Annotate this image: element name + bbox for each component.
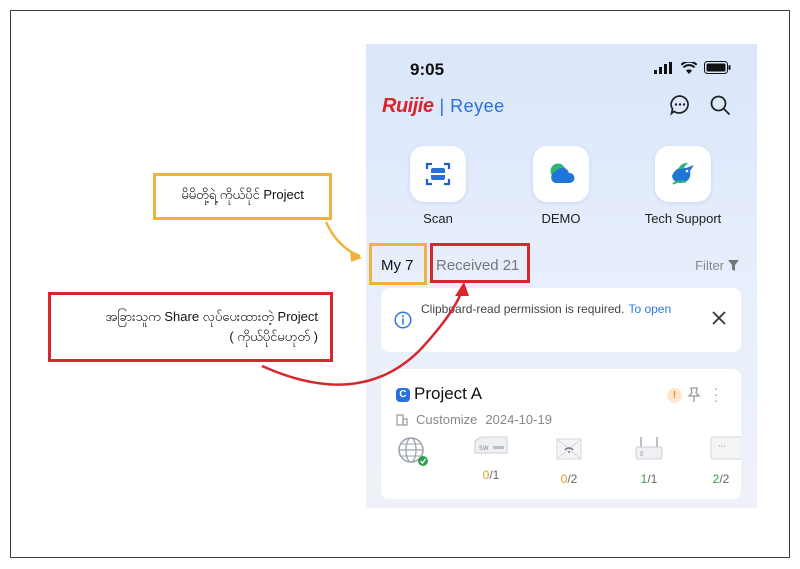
chat-icon [670,95,689,116]
project-date: 2024-10-19 [485,412,552,427]
scan-label: Scan [423,211,453,226]
device-router[interactable]: 0/2 [544,435,594,486]
brand-reyee: Reyee [450,95,505,116]
brand-ruijie: Ruijie [382,94,434,117]
switch-icon: SW [474,436,508,454]
switch-total: /1 [489,468,500,482]
demo-label: DEMO [541,211,581,226]
info-icon [394,311,412,329]
notice-text-row: Clipboard-read permission is required. To… [421,302,671,316]
received-tab-highlight [430,243,530,283]
brand-separator: | [439,95,445,116]
brand-logo: Ruijie | Reyee [382,95,505,117]
svg-text:SW: SW [479,445,489,452]
pin-icon[interactable] [687,387,701,403]
tech-support-label: Tech Support [644,211,722,226]
router-total: /2 [567,472,578,486]
project-card[interactable]: C Project A ! ··· Customize 2024-10-19 [381,369,741,499]
device-gateway[interactable]: ··· 2/2 [701,435,741,486]
filter-button[interactable]: Filter [695,258,739,273]
project-type: Customize [416,412,478,427]
ap-count: 1/1 [624,472,674,486]
shared-callout-line2: ( ကိုယ်ပိုင်မဟုတ် ) [229,329,318,344]
notice-message: Clipboard-read permission is required. [421,302,625,316]
project-meta: Customize 2024-10-19 [396,412,552,427]
warning-icon[interactable]: ! [667,388,682,403]
gateway-icon: ··· [710,436,741,460]
internet-status [391,435,435,474]
scan-tile[interactable]: Scan [378,146,498,226]
search-button[interactable] [708,93,732,117]
more-icon[interactable]: · · · [711,381,721,407]
shared-callout-line1: အခြားသူက Share လုပ်ပေးထားတဲ့ Project [105,309,318,324]
clipboard-notice: Clipboard-read permission is required. To… [381,288,741,352]
device-ap[interactable]: E 1/1 [624,435,674,486]
globe-icon [398,437,428,466]
status-time: 9:05 [410,60,445,79]
message-button[interactable] [668,93,692,117]
filter-label: Filter [695,258,724,273]
router-icon [556,438,582,460]
device-switch[interactable]: SW 0/1 [466,435,516,482]
shared-callout-body: အခြားသူက Share လုပ်ပေးထားတဲ့ Project ( က… [105,307,318,347]
my-projects-callout-text: မိမိတို့ရဲ့ ကိုယ်ပိုင် Project [181,187,304,202]
shared-projects-callout: အခြားသူက Share လုပ်ပေးထားတဲ့ Project ( က… [48,292,333,362]
gateway-total: /2 [719,472,730,486]
ap-total: /1 [647,472,658,486]
signal-icon [654,61,672,74]
project-logo: C [396,388,410,402]
status-icons [654,61,731,74]
my-projects-callout: မိမိတို့ရဲ့ ကိုယ်ပိုင် Project [153,173,332,220]
ap-icon: E [635,437,663,460]
search-icon [710,95,730,115]
building-icon [396,413,408,426]
router-count: 0/2 [544,472,594,486]
notice-open-link[interactable]: To open [628,302,671,316]
svg-text:E: E [640,451,644,458]
filter-icon [728,260,739,271]
svg-text:···: ··· [718,442,726,451]
battery-icon [704,61,731,74]
cloud-icon [533,146,589,202]
support-bird-icon [655,146,711,202]
project-name: Project A [414,384,483,403]
close-icon[interactable] [711,310,727,326]
scan-icon [410,146,466,202]
tech-support-tile[interactable]: Tech Support [623,146,743,226]
demo-tile[interactable]: DEMO [501,146,621,226]
gateway-count: 2/2 [701,472,741,486]
switch-count: 0/1 [466,468,516,482]
my-tab-highlight [369,243,427,285]
wifi-icon [681,61,697,74]
